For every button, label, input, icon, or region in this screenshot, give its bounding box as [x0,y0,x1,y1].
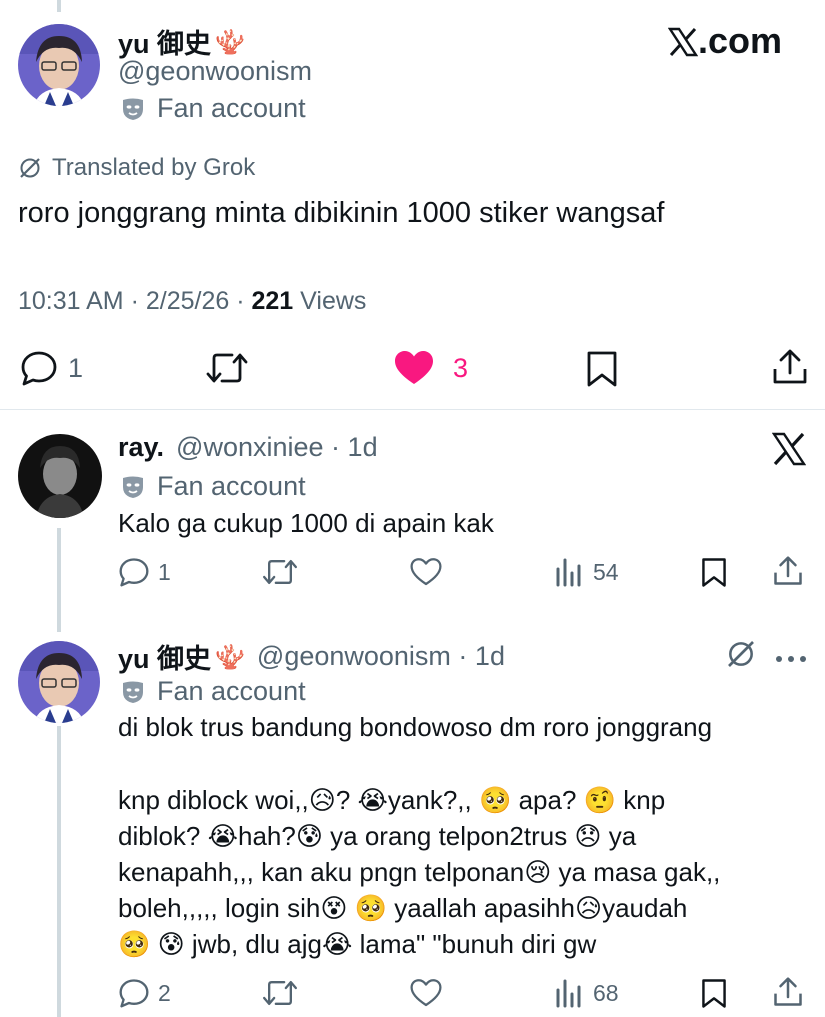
avatar[interactable] [18,24,100,106]
reply-text-line: diblok? 😭hah?😰 ya orang telpon2trus 😞 ya [118,821,637,851]
display-name[interactable]: ray. [118,432,164,463]
reply-button[interactable]: 1 [118,557,171,587]
post-date[interactable]: 2/25/26 [146,287,229,316]
reply-button[interactable]: 2 [118,978,171,1008]
more-icon[interactable] [775,650,807,668]
mask-icon [123,98,143,120]
reply-age[interactable]: 1d [475,641,505,672]
share-icon [774,556,802,585]
bookmark-button[interactable] [701,978,727,1009]
like-button[interactable] [410,557,442,587]
share-button[interactable] [772,348,808,386]
translated-row[interactable]: Translated by Grok [18,154,255,182]
fan-account-badge: Fan account [120,93,306,124]
repost-button[interactable] [262,557,298,587]
post-meta: 10:31 AM · 2/25/26 · 221 Views [18,287,366,316]
display-name[interactable]: yu 御史 [118,637,211,676]
like-button[interactable] [410,978,442,1008]
translated-label: Translated by Grok [52,154,256,181]
post-time[interactable]: 10:31 AM [18,287,124,316]
heart-icon [410,558,442,586]
mask-icon [123,681,143,703]
grok-icon [20,158,40,178]
like-button[interactable]: 3 [394,350,468,386]
badge-label: Fan account [157,676,306,706]
reply-icon [119,979,149,1008]
author-handle[interactable]: @geonwoonism [118,56,312,87]
views-button[interactable]: 54 [555,557,619,587]
thread-line-top [57,0,61,12]
fan-account-badge: Fan account [120,676,306,707]
meta-separator: · [123,287,146,315]
share-button[interactable] [773,555,803,587]
views-label: Views [300,287,367,315]
meta-separator: · [229,287,252,315]
badge-label: Fan account [157,471,306,501]
reply-count: 1 [68,352,84,383]
reply-icon [21,351,57,386]
analytics-icon [556,979,581,1008]
divider [0,409,825,410]
mask-icon [123,476,143,498]
repost-icon [263,981,297,1005]
repost-icon [206,353,248,383]
author-handle[interactable]: @geonwoonism [257,641,451,672]
meta-separator: · [450,641,475,671]
reply-icon [119,558,149,587]
fan-account-badge: Fan account [120,471,306,502]
bookmark-icon [702,979,726,1008]
grok-icon[interactable] [725,638,757,675]
reply-text: Kalo ga cukup 1000 di apain kak [118,508,494,538]
thread-line-reply [57,528,61,632]
bookmark-button[interactable] [586,350,618,388]
reply-button[interactable]: 1 [20,350,83,386]
bookmark-icon [587,351,617,387]
heart-icon [410,979,442,1007]
author-handle[interactable]: @wonxiniee [176,432,324,463]
thread-line-bottom [57,726,61,1017]
reply-age[interactable]: 1d [348,432,378,463]
x-com-logo[interactable]: .com [667,20,783,66]
repost-button[interactable] [262,978,298,1008]
site-domain: .com [698,20,783,61]
avatar[interactable] [18,434,102,518]
heart-icon [395,351,433,384]
reply-text-line: boleh,,,,, login sih😵 🥺 yaallah apasihh😥… [118,893,688,923]
bookmark-button[interactable] [701,557,727,588]
views-button[interactable]: 68 [555,978,619,1008]
repost-icon [263,560,297,584]
post-text: roro jonggrang minta dibikinin 1000 stik… [18,197,665,229]
reply-text-line: kenapahh,,, kan aku pngn telponan😢 ya ma… [118,857,721,887]
reply-author-row: yu 御史 🪸 @geonwoonism · 1d [118,637,505,676]
analytics-icon [556,558,581,587]
x-logo-icon [667,24,699,66]
reply-text-line: 🥺 😰 jwb, dlu ajg😭 lama" "bunuh diri gw [118,929,597,959]
coral-emoji: 🪸 [215,642,245,671]
reply-count: 2 [158,979,171,1006]
repost-button[interactable] [206,350,248,386]
bookmark-icon [702,558,726,587]
share-icon [774,977,802,1006]
avatar[interactable] [18,641,100,723]
reply-count: 1 [158,558,171,585]
reply-text-line: knp diblock woi,,😥? 😭yank?,, 🥺 apa? 🤨 kn… [118,785,666,815]
like-count: 3 [453,352,469,383]
views-count: 221 [251,287,294,315]
share-button[interactable] [773,976,803,1008]
reply-author-row: ray. @wonxiniee · 1d [118,432,378,463]
views-count: 54 [593,558,619,585]
coral-emoji: 🪸 [215,27,245,56]
x-logo-icon[interactable] [771,432,807,471]
badge-label: Fan account [157,93,306,123]
views-count: 68 [593,979,619,1006]
reply-text-line: di blok trus bandung bondowoso dm roro j… [118,712,713,742]
share-icon [773,349,807,384]
meta-separator: · [323,432,348,462]
